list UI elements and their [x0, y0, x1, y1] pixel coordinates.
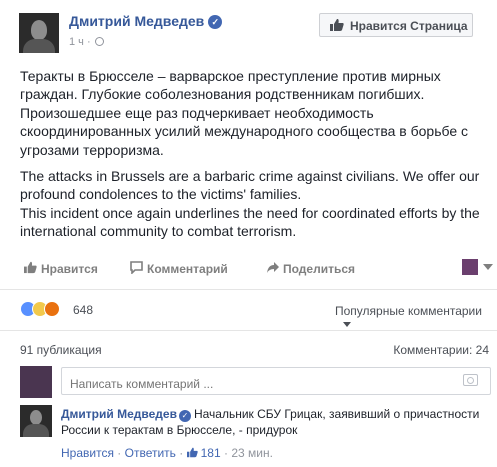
comment-icon — [130, 261, 143, 274]
post-author[interactable]: Дмитрий Медведев ✓ — [69, 13, 223, 29]
comment-author[interactable]: Дмитрий Медведев — [61, 407, 177, 421]
avatar-face — [30, 410, 42, 425]
verified-icon: ✓ — [178, 410, 191, 422]
like-page-button[interactable]: Нравится Страница — [319, 13, 473, 37]
comment-time[interactable]: 23 мин. — [231, 446, 273, 460]
post-text-ru: Теракты в Брюсселе – варварское преступл… — [20, 68, 469, 158]
avatar-face — [31, 20, 47, 40]
like-button[interactable]: Нравится — [24, 261, 98, 276]
comment-composer — [20, 366, 491, 398]
avatar-body — [23, 39, 55, 53]
shares-count[interactable]: 91 публикация — [20, 343, 102, 357]
post-author-name[interactable]: Дмитрий Медведев — [69, 13, 204, 29]
comment-like-count[interactable]: 181 — [201, 446, 221, 460]
post-text-en-2: This incident once again underlines the … — [20, 204, 480, 240]
post-time[interactable]: 1 ч — [69, 36, 84, 48]
separator: · — [224, 446, 228, 460]
comment-body: Дмитрий Медведев ✓ Начальник СБУ Грицак, з… — [61, 406, 486, 438]
comment-input[interactable] — [61, 367, 491, 395]
thumbs-up-icon — [24, 261, 37, 274]
comments-count[interactable]: Комментарии: 24 — [393, 343, 489, 357]
comment-meta: Нравится · Ответить · 181 · 23 мин. — [61, 446, 273, 460]
like-page-label: Нравится Страница — [350, 19, 468, 33]
post-actions: Нравится Комментарий Поделиться — [12, 259, 497, 283]
comment-label: Комментарий — [147, 262, 228, 276]
post-meta: 1 ч · — [69, 36, 104, 48]
comment-item: Дмитрий Медведев ✓ Начальник СБУ Грицак, з… — [20, 403, 491, 467]
viewer-avatar[interactable] — [462, 259, 478, 275]
separator: · — [179, 446, 184, 460]
viewer-avatar — [20, 366, 52, 398]
post-header: Дмитрий Медведев ✓ 1 ч · Нравится Страниц… — [0, 0, 497, 64]
chevron-down-icon[interactable] — [483, 264, 493, 270]
verified-icon: ✓ — [208, 15, 223, 29]
share-icon — [267, 262, 279, 273]
comment-button[interactable]: Комментарий — [130, 261, 228, 276]
separator: · — [117, 446, 122, 460]
divider — [0, 289, 497, 290]
divider — [0, 330, 497, 331]
chevron-down-icon — [343, 322, 351, 327]
post-body: Теракты в Брюсселе – варварское преступл… — [20, 67, 485, 249]
share-button[interactable]: Поделиться — [266, 262, 355, 276]
avatar-body — [23, 424, 49, 437]
comment-reply-link[interactable]: Ответить — [125, 446, 176, 460]
comment-sort-dropdown[interactable]: Популярные комментарии — [335, 304, 497, 332]
thumbs-up-icon — [330, 19, 344, 31]
comment-like-link[interactable]: Нравится — [61, 446, 114, 460]
sort-label: Популярные комментарии — [335, 304, 482, 318]
angry-reaction-icon — [44, 301, 60, 317]
globe-icon — [94, 37, 104, 46]
post-text-en-1: The attacks in Brussels are a barbaric c… — [20, 168, 480, 203]
camera-icon[interactable] — [463, 374, 478, 386]
reaction-count: 648 — [73, 303, 94, 317]
author-avatar[interactable] — [19, 13, 59, 53]
comment-author-avatar[interactable] — [20, 405, 52, 437]
thumbs-up-icon — [186, 447, 198, 458]
